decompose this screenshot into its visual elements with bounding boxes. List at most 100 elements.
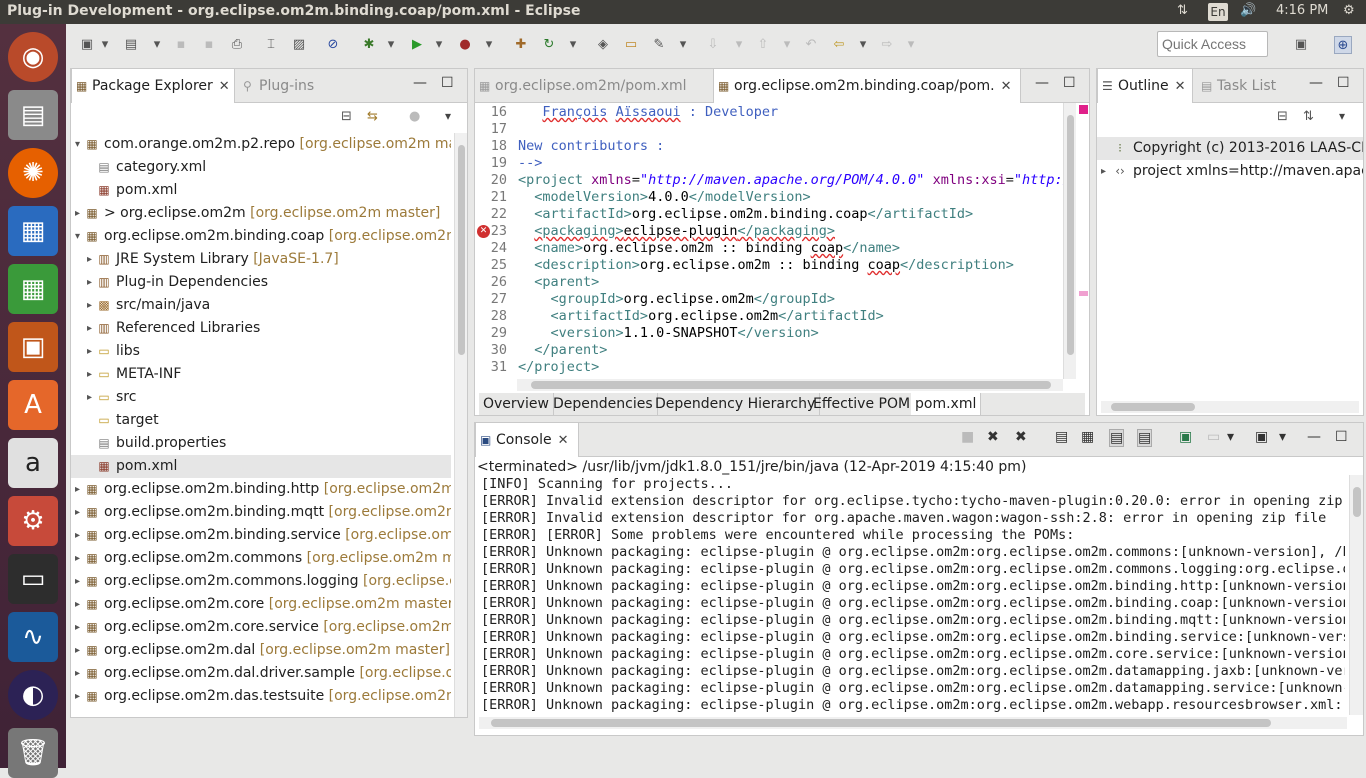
minimize-icon[interactable]: — bbox=[1309, 75, 1323, 91]
volume-icon[interactable]: 🔊 bbox=[1240, 3, 1256, 18]
tree-item[interactable]: ▤ category.xml bbox=[71, 156, 451, 179]
collapsed-arrow-icon[interactable]: ▸ bbox=[87, 248, 92, 271]
sort-icon[interactable]: ⇅ bbox=[1303, 109, 1314, 124]
tree-item[interactable]: ▾ ▦ com.orange.om2m.p2.repo [org.eclipse.o… bbox=[71, 133, 451, 156]
scrollbar-thumb[interactable] bbox=[1353, 487, 1361, 517]
expanded-arrow-icon[interactable]: ▾ bbox=[75, 225, 80, 248]
view-menu-icon[interactable]: ▾ bbox=[445, 109, 451, 123]
trash-icon[interactable]: 🗑 bbox=[8, 728, 58, 778]
show-on-output-icon[interactable]: ▤ bbox=[1109, 429, 1125, 447]
collapsed-arrow-icon[interactable]: ▸ bbox=[75, 662, 80, 685]
new-icon[interactable]: ▣ bbox=[78, 36, 96, 54]
dropdown-arrow-icon[interactable]: ▾ bbox=[1279, 429, 1286, 445]
display-console-icon[interactable]: ▭ bbox=[1207, 429, 1220, 445]
tree-item[interactable]: ▸ ▩ src/main/java bbox=[71, 294, 451, 317]
tree-item[interactable]: ▸ ▦ > org.eclipse.om2m [org.eclipse.om2m m… bbox=[71, 202, 451, 225]
pom-page-tab[interactable]: pom.xml bbox=[911, 393, 982, 415]
pom-page-tab[interactable]: Overview bbox=[479, 393, 554, 415]
maximize-icon[interactable]: ☐ bbox=[441, 75, 454, 91]
outline-item[interactable]: ⁝ Copyright (c) 2013-2016 LAAS-CNRS bbox=[1097, 137, 1363, 160]
amazon-icon[interactable]: a bbox=[8, 438, 58, 488]
tree-item[interactable]: ▭ target bbox=[71, 409, 451, 432]
warning-overview-marker[interactable] bbox=[1079, 291, 1088, 296]
close-icon[interactable]: ✕ bbox=[1001, 79, 1012, 94]
close-icon[interactable]: ✕ bbox=[1175, 79, 1186, 94]
pom-page-tab[interactable]: Dependencies bbox=[549, 393, 658, 415]
tab-om2m-pom[interactable]: ▦ org.eclipse.om2m/pom.xml bbox=[475, 69, 707, 103]
collapse-all-icon[interactable]: ⊟ bbox=[341, 109, 352, 124]
maximize-icon[interactable]: ☐ bbox=[1335, 429, 1348, 445]
quick-access-input[interactable] bbox=[1157, 31, 1268, 57]
network-icon[interactable]: ⇅ bbox=[1177, 3, 1188, 18]
dropdown-arrow-icon[interactable]: ▾ bbox=[902, 36, 920, 54]
save-icon[interactable]: ▪ bbox=[172, 36, 190, 54]
link-with-editor-icon[interactable]: ⇆ bbox=[367, 109, 378, 124]
back-icon[interactable]: ⇦ bbox=[830, 36, 848, 54]
terminal-icon[interactable]: ▭ bbox=[8, 554, 58, 604]
tab-package-explorer[interactable]: ▦ Package Explorer ✕ bbox=[71, 69, 235, 103]
print-icon[interactable]: ⎙ bbox=[228, 36, 246, 54]
tree-item[interactable]: ▸ ▦ org.eclipse.om2m.binding.mqtt [org.ecl… bbox=[71, 501, 451, 524]
pom-page-tab[interactable]: Dependency Hierarchy bbox=[651, 393, 821, 415]
dropdown-arrow-icon[interactable]: ▾ bbox=[382, 36, 400, 54]
dropdown-arrow-icon[interactable]: ▾ bbox=[430, 36, 448, 54]
scrollbar-thumb[interactable] bbox=[491, 719, 1271, 727]
tree-item[interactable]: ▸ ▦ org.eclipse.om2m.das.testsuite [org.ec… bbox=[71, 685, 451, 708]
show-on-error-icon[interactable]: ▤ bbox=[1137, 429, 1153, 447]
clipboard-icon[interactable]: ▨ bbox=[290, 36, 308, 54]
collapsed-arrow-icon[interactable]: ▸ bbox=[75, 524, 80, 547]
files-icon[interactable]: ▤ bbox=[8, 90, 58, 140]
tree-item[interactable]: ▸ ▦ org.eclipse.om2m.dal.driver.sample [or… bbox=[71, 662, 451, 685]
tree-item[interactable]: ▸ ▦ org.eclipse.om2m.commons.logging [org.… bbox=[71, 570, 451, 593]
collapsed-arrow-icon[interactable]: ▸ bbox=[1101, 160, 1106, 183]
new-plugin-icon[interactable]: ✚ bbox=[512, 36, 530, 54]
maximize-icon[interactable]: ☐ bbox=[1063, 75, 1076, 91]
tab-task-list[interactable]: ▤ Task List bbox=[1197, 69, 1276, 103]
collapsed-arrow-icon[interactable]: ▸ bbox=[87, 271, 92, 294]
tree-item[interactable]: ▦ pom.xml bbox=[71, 179, 451, 202]
collapsed-arrow-icon[interactable]: ▸ bbox=[75, 478, 80, 501]
scrollbar-thumb[interactable] bbox=[458, 145, 465, 355]
last-edit-icon[interactable]: ↶ bbox=[802, 36, 820, 54]
collapsed-arrow-icon[interactable]: ▸ bbox=[87, 340, 92, 363]
scrollbar-thumb[interactable] bbox=[531, 381, 1051, 389]
collapsed-arrow-icon[interactable]: ▸ bbox=[75, 570, 80, 593]
collapsed-arrow-icon[interactable]: ▸ bbox=[87, 317, 92, 340]
keyboard-language-indicator[interactable]: En bbox=[1208, 3, 1228, 21]
outline-horizontal-scrollbar[interactable] bbox=[1101, 401, 1359, 413]
forward-icon[interactable]: ⇨ bbox=[878, 36, 896, 54]
collapsed-arrow-icon[interactable]: ▸ bbox=[87, 386, 92, 409]
search-icon[interactable]: ✎ bbox=[650, 36, 668, 54]
open-console-icon[interactable]: ▣ bbox=[1255, 429, 1268, 445]
tree-item[interactable]: ▸ ▦ org.eclipse.om2m.core.service [org.ecl… bbox=[71, 616, 451, 639]
collapsed-arrow-icon[interactable]: ▸ bbox=[75, 501, 80, 524]
collapsed-arrow-icon[interactable]: ▸ bbox=[87, 363, 92, 386]
collapsed-arrow-icon[interactable]: ▸ bbox=[75, 547, 80, 570]
collapsed-arrow-icon[interactable]: ▸ bbox=[75, 202, 80, 225]
error-marker-icon[interactable]: ✕ bbox=[477, 225, 490, 238]
outline-item[interactable]: ▸ ‹› project xmlns=http://maven.apache bbox=[1097, 160, 1363, 183]
tree-item[interactable]: ▸ ▦ org.eclipse.om2m.binding.service [org.… bbox=[71, 524, 451, 547]
console-vertical-scrollbar[interactable] bbox=[1349, 475, 1363, 715]
focus-icon[interactable]: ● bbox=[409, 109, 420, 124]
pom-page-tab[interactable]: Effective POM bbox=[809, 393, 916, 415]
tree-item[interactable]: ▸ ▭ src bbox=[71, 386, 451, 409]
writer-icon[interactable]: ▦ bbox=[8, 206, 58, 256]
dropdown-arrow-icon[interactable]: ▾ bbox=[96, 36, 114, 54]
new-type-icon[interactable]: ▤ bbox=[122, 36, 140, 54]
firefox-icon[interactable]: ✺ bbox=[8, 148, 58, 198]
collapsed-arrow-icon[interactable]: ▸ bbox=[75, 639, 80, 662]
tab-plugins[interactable]: ⚲ Plug-ins bbox=[239, 69, 314, 103]
tree-item[interactable]: ▸ ▭ libs bbox=[71, 340, 451, 363]
skip-breakpoints-icon[interactable]: ⊘ bbox=[324, 36, 342, 54]
open-perspective-icon[interactable]: ▣ bbox=[1292, 36, 1310, 54]
tree-item[interactable]: ▸ ▥ JRE System Library [JavaSE-1.7] bbox=[71, 248, 451, 271]
settings-icon[interactable]: ⚙ bbox=[8, 496, 58, 546]
tab-outline[interactable]: ☰ Outline ✕ bbox=[1097, 69, 1193, 103]
dropdown-arrow-icon[interactable]: ▾ bbox=[1227, 429, 1234, 445]
editor-horizontal-scrollbar[interactable] bbox=[517, 379, 1063, 391]
remove-all-icon[interactable]: ✖ bbox=[1015, 429, 1027, 445]
console-horizontal-scrollbar[interactable] bbox=[479, 717, 1347, 729]
tree-item[interactable]: ▸ ▦ org.eclipse.om2m.binding.http [org.ecl… bbox=[71, 478, 451, 501]
code-area[interactable]: 16 François Aïssaoui : Developer 17 18 New … bbox=[475, 104, 1065, 382]
